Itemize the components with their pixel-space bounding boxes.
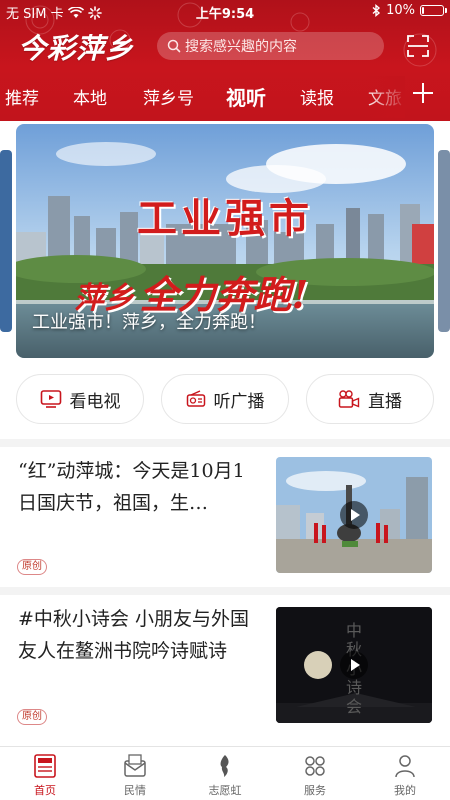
- news-item[interactable]: “红”动萍城：今天是10月1日国庆节，祖国，生… 原创: [0, 447, 450, 587]
- tv-icon: [40, 390, 61, 408]
- search-bar[interactable]: 搜索感兴趣的内容: [157, 32, 384, 60]
- bluetooth-icon: [372, 4, 381, 17]
- nav-profile-label: 我的: [394, 784, 416, 797]
- nav-public-opinion[interactable]: 民情: [90, 747, 180, 800]
- news-thumbnail[interactable]: 中秋小诗会: [276, 607, 432, 723]
- watch-tv-button[interactable]: 看电视: [16, 374, 144, 424]
- app-logo: 今彩萍乡: [18, 32, 135, 65]
- search-placeholder: 搜索感兴趣的内容: [185, 39, 297, 55]
- banner-carousel[interactable]: 工业强市 萍乡 全力奔跑! 工业强市！萍乡，全力奔跑！: [16, 124, 434, 358]
- listen-radio-button[interactable]: 听广播: [161, 374, 289, 424]
- nav-public-opinion-label: 民情: [124, 784, 146, 797]
- battery-icon: [420, 5, 447, 16]
- add-channel-icon[interactable]: [410, 80, 436, 106]
- original-badge: 原创: [17, 559, 47, 575]
- live-camera-icon: [338, 390, 360, 408]
- live-label: 直播: [368, 391, 402, 412]
- banner-prev-peek[interactable]: [0, 150, 12, 332]
- tab-audio-video[interactable]: 视听: [226, 82, 266, 111]
- section-divider: [0, 587, 450, 595]
- radio-icon: [186, 390, 205, 407]
- scan-icon[interactable]: [406, 34, 430, 58]
- banner-headline: 工业强市: [137, 195, 313, 242]
- home-news-icon: [34, 754, 56, 778]
- profile-icon: [395, 755, 415, 778]
- banner-caption: 工业强市！萍乡，全力奔跑！: [32, 312, 266, 333]
- nav-services[interactable]: 服务: [270, 747, 360, 800]
- nav-home-label: 首页: [34, 784, 56, 797]
- nav-volunteer[interactable]: 志愿虹: [180, 747, 270, 800]
- news-item[interactable]: #中秋小诗会 小朋友与外国友人在鳌洲书院吟诗赋诗 原创 中秋小诗会: [0, 595, 450, 740]
- tab-recommend[interactable]: 推荐: [5, 84, 39, 109]
- tab-pingxiang-hao[interactable]: 萍乡号: [143, 84, 194, 109]
- section-divider: [0, 439, 450, 447]
- tab-newspaper[interactable]: 读报: [300, 84, 334, 109]
- nav-services-label: 服务: [304, 784, 326, 797]
- news-title[interactable]: #中秋小诗会 小朋友与外国友人在鳌洲书院吟诗赋诗: [18, 603, 258, 667]
- watch-tv-label: 看电视: [69, 391, 121, 412]
- mail-icon: [124, 754, 146, 777]
- live-button[interactable]: 直播: [306, 374, 434, 424]
- listen-radio-label: 听广播: [213, 391, 265, 412]
- original-badge: 原创: [17, 709, 47, 725]
- news-title[interactable]: “红”动萍城：今天是10月1日国庆节，祖国，生…: [18, 455, 258, 519]
- play-icon[interactable]: [340, 501, 368, 529]
- volunteer-icon: [220, 755, 229, 777]
- tabs-fade: [365, 76, 405, 118]
- nav-volunteer-label: 志愿虹: [208, 784, 242, 797]
- nav-home[interactable]: 首页: [0, 747, 90, 800]
- services-icon: [305, 756, 325, 776]
- banner-next-peek[interactable]: [438, 150, 450, 332]
- search-icon: [167, 39, 181, 53]
- bottom-navigation: 首页 民情 志愿虹 服务 我的: [0, 746, 450, 800]
- status-bar: 无 SIM 卡 上午9:54 10%: [0, 0, 450, 24]
- battery-percent: 10%: [386, 3, 415, 18]
- play-icon[interactable]: [340, 651, 368, 679]
- news-thumbnail[interactable]: [276, 457, 432, 573]
- tab-local[interactable]: 本地: [73, 84, 107, 109]
- nav-profile[interactable]: 我的: [360, 747, 450, 800]
